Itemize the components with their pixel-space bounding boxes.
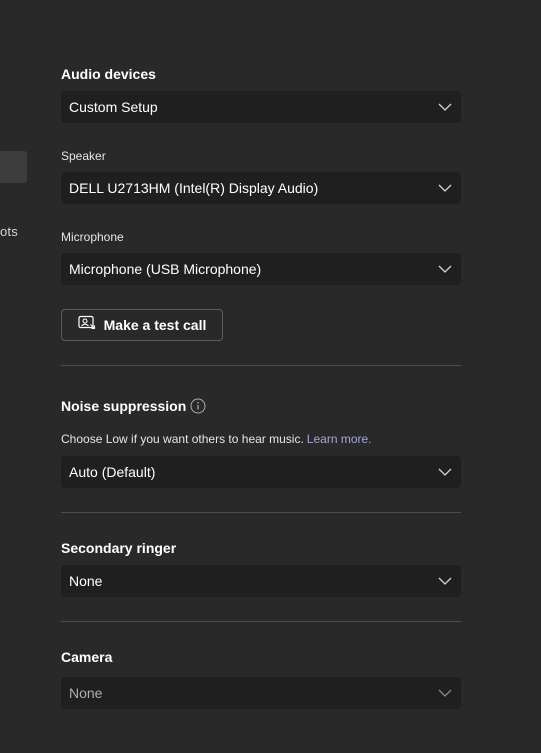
divider	[61, 512, 461, 513]
noise-suppression-description-text: Choose Low if you want others to hear mu…	[61, 432, 304, 446]
settings-page: ots Audio devices Custom Setup Speaker D…	[0, 0, 541, 753]
noise-suppression-heading: Noise suppression	[61, 398, 187, 414]
secondary-ringer-dropdown[interactable]: None	[61, 565, 461, 597]
sidebar-item-selected[interactable]	[0, 151, 27, 183]
secondary-ringer-value: None	[69, 573, 103, 589]
chevron-down-icon	[437, 464, 453, 480]
audio-devices-dropdown[interactable]: Custom Setup	[61, 91, 461, 123]
divider	[61, 365, 461, 366]
noise-suppression-description: Choose Low if you want others to hear mu…	[61, 432, 372, 446]
microphone-dropdown[interactable]: Microphone (USB Microphone)	[61, 253, 461, 285]
chevron-down-icon	[437, 261, 453, 277]
noise-suppression-dropdown[interactable]: Auto (Default)	[61, 456, 461, 488]
chevron-down-icon	[437, 99, 453, 115]
camera-dropdown[interactable]: None	[61, 677, 461, 709]
microphone-label: Microphone	[61, 230, 124, 244]
speaker-value: DELL U2713HM (Intel(R) Display Audio)	[69, 180, 319, 196]
sidebar-item-label[interactable]: ots	[0, 224, 18, 239]
make-test-call-label: Make a test call	[103, 317, 207, 333]
chevron-down-icon	[437, 180, 453, 196]
noise-suppression-value: Auto (Default)	[69, 464, 156, 480]
make-test-call-button[interactable]: Make a test call	[61, 309, 223, 341]
camera-heading: Camera	[61, 649, 113, 665]
audio-devices-value: Custom Setup	[69, 99, 158, 115]
microphone-value: Microphone (USB Microphone)	[69, 261, 262, 277]
secondary-ringer-heading: Secondary ringer	[61, 540, 177, 556]
speaker-dropdown[interactable]: DELL U2713HM (Intel(R) Display Audio)	[61, 172, 461, 204]
info-icon[interactable]	[190, 398, 206, 414]
divider	[61, 621, 461, 622]
chevron-down-icon	[437, 573, 453, 589]
audio-devices-heading: Audio devices	[61, 66, 156, 82]
test-call-icon	[78, 315, 96, 336]
learn-more-link[interactable]: Learn more.	[307, 432, 372, 446]
chevron-down-icon	[437, 685, 453, 701]
camera-value: None	[69, 685, 103, 701]
speaker-label: Speaker	[61, 149, 106, 163]
